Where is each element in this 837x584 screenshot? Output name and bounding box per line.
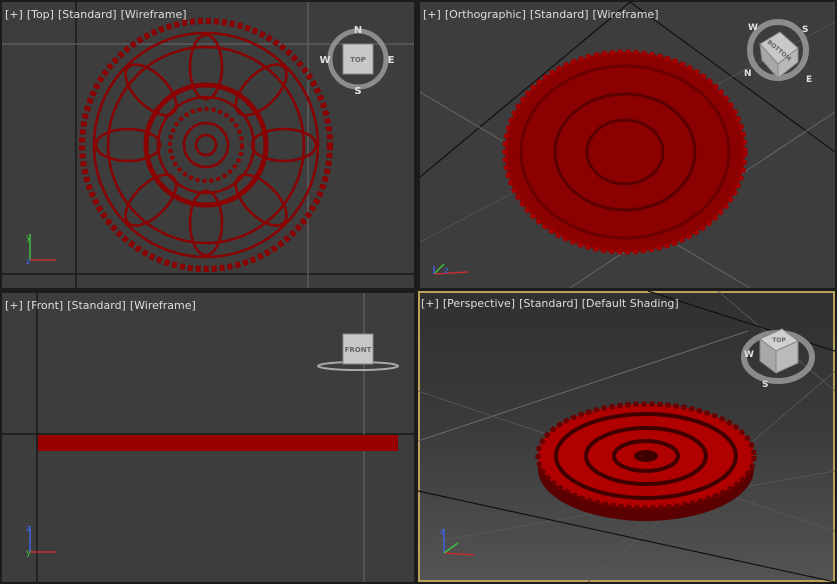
viewport-top[interactable]: [+] [Top] [Standard] [Wireframe] TOP N S E … — [2, 2, 414, 288]
viewcube-front[interactable]: FRONT — [317, 333, 399, 371]
shading-mode-menu[interactable]: [Default Shading] — [582, 297, 679, 310]
compass-w-label: W — [748, 23, 758, 33]
render-mode-menu[interactable]: [Standard] — [519, 297, 578, 310]
viewport-menu-plus[interactable]: [+] — [421, 297, 439, 310]
viewcube-orthographic[interactable]: BOTTOM S E W N — [744, 19, 812, 85]
viewport-perspective[interactable]: [+] [Perspective] [Standard] [Default Shadi… — [418, 291, 835, 582]
render-mode-menu[interactable]: [Standard] — [67, 299, 126, 312]
mandala-object[interactable] — [502, 49, 748, 255]
view-type-menu[interactable]: [Orthographic] — [445, 8, 526, 21]
mandala-object[interactable] — [535, 401, 757, 521]
mandala-petal — [188, 189, 224, 257]
viewport-label: [+] [Orthographic] [Standard] [Wireframe] — [423, 8, 663, 21]
viewcube-face-label: TOP — [350, 56, 366, 64]
view-type-menu[interactable]: [Perspective] — [443, 297, 515, 310]
compass-e-label: E — [806, 75, 812, 85]
mandala-object[interactable] — [38, 435, 398, 451]
viewcube-face-label: FRONT — [345, 346, 372, 354]
shading-mode-menu[interactable]: [Wireframe] — [130, 299, 196, 312]
viewport-menu-plus[interactable]: [+] — [423, 8, 441, 21]
viewport-label: [+] [Top] [Standard] [Wireframe] — [5, 8, 191, 21]
mandala-object[interactable] — [79, 18, 333, 272]
viewport-menu-plus[interactable]: [+] — [5, 8, 23, 21]
axis-gizmo: y z — [26, 233, 56, 267]
view-type-menu[interactable]: [Top] — [27, 8, 54, 21]
compass-n-label: N — [744, 69, 752, 79]
axis-z-label: z — [26, 524, 31, 534]
axis-y-label: y — [26, 548, 32, 558]
viewcube-perspective[interactable]: TOP W S — [741, 328, 815, 390]
axis-y-label: y — [26, 233, 32, 243]
axis-z-label: z — [26, 257, 31, 267]
axis-gizmo: z y — [26, 524, 56, 558]
viewport-label: [+] [Perspective] [Standard] [Default Shadi… — [421, 297, 683, 310]
shading-mode-menu[interactable]: [Wireframe] — [593, 8, 659, 21]
compass-w-label: W — [319, 55, 330, 66]
viewcube-face-label: TOP — [772, 337, 786, 344]
compass-s-label: S — [354, 86, 361, 97]
compass-s-label: S — [802, 25, 808, 35]
mandala-petal — [94, 127, 162, 163]
mandala-petal — [250, 127, 318, 163]
render-mode-menu[interactable]: [Standard] — [58, 8, 117, 21]
viewport-orthographic[interactable]: [+] [Orthographic] [Standard] [Wireframe] B… — [420, 2, 835, 288]
viewport-label: [+] [Front] [Standard] [Wireframe] — [5, 299, 200, 312]
viewport-menu-plus[interactable]: [+] — [5, 299, 23, 312]
axis-z-label: z — [440, 527, 445, 537]
compass-n-label: N — [354, 25, 362, 36]
compass-s-label: S — [762, 380, 768, 390]
shading-mode-menu[interactable]: [Wireframe] — [121, 8, 187, 21]
compass-w-label: W — [744, 350, 754, 360]
front-canvas: FRONT z y — [2, 293, 414, 582]
render-mode-menu[interactable]: [Standard] — [530, 8, 589, 21]
top-canvas: TOP N S E W y z — [2, 2, 414, 288]
axis-z-label: z — [444, 266, 449, 276]
viewcube-top[interactable]: TOP N S E W — [319, 25, 394, 97]
compass-e-label: E — [388, 55, 395, 66]
viewport-front[interactable]: [+] [Front] [Standard] [Wireframe] FRONT z … — [2, 293, 414, 582]
axis-gizmo: z — [440, 527, 475, 556]
perspective-canvas: TOP W S z — [418, 291, 835, 582]
ortho-canvas: BOTTOM S E W N z — [420, 2, 835, 288]
axis-gizmo: z — [433, 263, 469, 276]
view-type-menu[interactable]: [Front] — [27, 299, 63, 312]
mandala-petal — [188, 33, 224, 101]
